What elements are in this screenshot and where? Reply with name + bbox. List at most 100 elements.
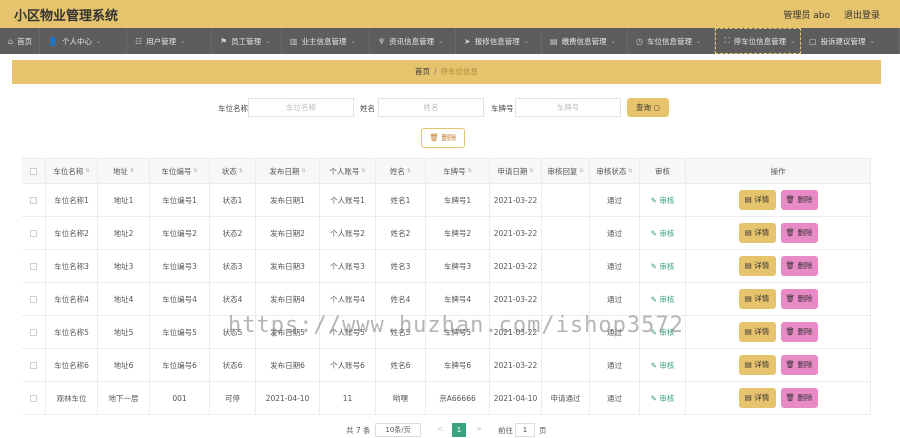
audit-cell: ✎ 审核 bbox=[640, 382, 686, 414]
detail-button[interactable]: ▤ 详情 bbox=[738, 190, 776, 210]
row-select-cell bbox=[22, 382, 46, 414]
row-checkbox[interactable] bbox=[30, 196, 37, 204]
nav-item-4[interactable]: ▥ 业主信息管理 ⌄ bbox=[282, 28, 370, 54]
nav-item-label: 个人中心 bbox=[61, 36, 92, 46]
detail-button[interactable]: ▤ 详情 bbox=[738, 388, 776, 408]
batch-delete-button[interactable]: 🗑 删除 bbox=[421, 128, 465, 148]
sort-icon[interactable]: ⇅ bbox=[301, 168, 305, 174]
nav-item-2[interactable]: ☷ 用户管理 ⌄ bbox=[127, 28, 212, 54]
row-select-cell bbox=[22, 184, 46, 216]
table-row: 观林车位 地下一层 001 可停 2021-04-10 11 哟嘿 京A66666 2021-0… bbox=[22, 382, 871, 415]
delete-label: 删除 bbox=[797, 294, 813, 303]
delete-label: 删除 bbox=[797, 393, 813, 402]
column-header[interactable]: 地址 ⇅ bbox=[98, 159, 150, 183]
detail-button[interactable]: ▤ 详情 bbox=[738, 223, 776, 243]
detail-button[interactable]: ▤ 详情 bbox=[738, 289, 776, 309]
row-checkbox[interactable] bbox=[30, 328, 37, 336]
delete-button[interactable]: 🗑 删除 bbox=[780, 322, 818, 342]
query-button[interactable]: 查询 ○ bbox=[627, 98, 669, 117]
column-header[interactable]: 审核回复 ⇅ bbox=[542, 159, 590, 183]
audit-label: 审核 bbox=[659, 195, 675, 205]
column-header-label: 操作 bbox=[770, 166, 786, 176]
audit-link[interactable]: ✎ 审核 bbox=[651, 228, 675, 239]
audit-link[interactable]: ✎ 审核 bbox=[651, 393, 675, 404]
nav-item-9[interactable]: ⛶ 停车位信息管理 ⌄ bbox=[715, 28, 801, 54]
document-icon: ▤ bbox=[744, 261, 755, 270]
nav-item-10[interactable]: ▢ 投诉建议管理 ⌄ bbox=[801, 28, 900, 54]
detail-button[interactable]: ▤ 详情 bbox=[738, 322, 776, 342]
delete-button[interactable]: 🗑 删除 bbox=[780, 289, 818, 309]
sort-icon[interactable]: ⇅ bbox=[130, 168, 134, 174]
plate-input[interactable]: 车牌号 bbox=[515, 98, 621, 117]
sort-icon[interactable]: ⇅ bbox=[361, 168, 365, 174]
select-all-checkbox[interactable] bbox=[30, 167, 37, 175]
delete-button[interactable]: 🗑 删除 bbox=[780, 256, 818, 276]
logout-link[interactable]: 退出登录 bbox=[844, 8, 880, 21]
page-1-button[interactable]: 1 bbox=[452, 423, 466, 437]
row-checkbox[interactable] bbox=[30, 262, 37, 270]
name-input[interactable]: 姓名 bbox=[378, 98, 484, 117]
breadcrumb-home[interactable]: 首页 bbox=[415, 67, 430, 76]
column-header[interactable]: 姓名 ⇅ bbox=[376, 159, 426, 183]
column-header[interactable]: 审核 bbox=[640, 159, 686, 183]
table-cell: 姓名6 bbox=[376, 349, 426, 381]
column-header[interactable]: 车牌号 ⇅ bbox=[426, 159, 490, 183]
detail-label: 详情 bbox=[754, 195, 770, 204]
column-header[interactable]: 申请日期 ⇅ bbox=[490, 159, 542, 183]
audit-link[interactable]: ✎ 审核 bbox=[651, 360, 675, 371]
audit-link[interactable]: ✎ 审核 bbox=[651, 195, 675, 206]
table-cell: 姓名4 bbox=[376, 283, 426, 315]
column-header[interactable]: 操作 bbox=[686, 159, 871, 183]
sort-icon[interactable]: ⇅ bbox=[407, 168, 411, 174]
table-cell bbox=[542, 349, 590, 381]
chevron-down-icon: ⌄ bbox=[869, 37, 875, 45]
sort-icon[interactable]: ⇅ bbox=[468, 168, 472, 174]
audit-link[interactable]: ✎ 审核 bbox=[651, 261, 675, 272]
delete-button[interactable]: 🗑 删除 bbox=[780, 355, 818, 375]
page-size-select[interactable]: 10条/页 bbox=[375, 423, 421, 437]
sort-icon[interactable]: ⇅ bbox=[628, 168, 632, 174]
delete-button[interactable]: 🗑 删除 bbox=[780, 190, 818, 210]
detail-button[interactable]: ▤ 详情 bbox=[738, 256, 776, 276]
goto-page-input[interactable]: 1 bbox=[515, 423, 535, 437]
nav-item-8[interactable]: ◷ 车位信息管理 ⌄ bbox=[628, 28, 715, 54]
nav-item-5[interactable]: ♆ 资讯信息管理 ⌄ bbox=[370, 28, 456, 54]
sort-icon[interactable]: ⇅ bbox=[579, 168, 583, 174]
delete-button[interactable]: 🗑 删除 bbox=[780, 388, 818, 408]
table-cell: 车位名称5 bbox=[46, 316, 98, 348]
sort-icon[interactable]: ⇅ bbox=[239, 168, 243, 174]
detail-label: 详情 bbox=[754, 327, 770, 336]
column-header[interactable]: 发布日期 ⇅ bbox=[256, 159, 320, 183]
next-page-button[interactable]: > bbox=[472, 423, 486, 437]
column-header[interactable]: 状态 ⇅ bbox=[210, 159, 256, 183]
sort-icon[interactable]: ⇅ bbox=[85, 168, 89, 174]
delete-button[interactable]: 🗑 删除 bbox=[780, 223, 818, 243]
column-header[interactable]: 车位名称 ⇅ bbox=[46, 159, 98, 183]
column-header[interactable]: 车位编号 ⇅ bbox=[150, 159, 210, 183]
column-header[interactable]: 个人账号 ⇅ bbox=[320, 159, 376, 183]
delete-label: 删除 bbox=[797, 228, 813, 237]
parking-name-label: 车位名称 bbox=[218, 104, 248, 113]
document-icon: ▤ bbox=[744, 228, 755, 237]
sort-icon[interactable]: ⇅ bbox=[529, 168, 533, 174]
column-header[interactable]: 审核状态 ⇅ bbox=[590, 159, 640, 183]
row-checkbox[interactable] bbox=[30, 229, 37, 237]
current-user[interactable]: 管理员 abo bbox=[783, 8, 830, 21]
table-cell: 车位名称6 bbox=[46, 349, 98, 381]
row-checkbox[interactable] bbox=[30, 361, 37, 369]
row-checkbox[interactable] bbox=[30, 295, 37, 303]
nav-item-6[interactable]: ➤ 报修信息管理 ⌄ bbox=[456, 28, 542, 54]
row-checkbox[interactable] bbox=[30, 394, 37, 402]
prev-page-button[interactable]: < bbox=[433, 423, 447, 437]
sort-icon[interactable]: ⇅ bbox=[193, 168, 197, 174]
nav-item-1[interactable]: 👤 个人中心 ⌄ bbox=[40, 28, 127, 54]
table-cell: 个人账号2 bbox=[320, 217, 376, 249]
nav-item-3[interactable]: ⚑ 员工管理 ⌄ bbox=[212, 28, 282, 54]
detail-button[interactable]: ▤ 详情 bbox=[738, 355, 776, 375]
audit-link[interactable]: ✎ 审核 bbox=[651, 294, 675, 305]
table-cell: 地址5 bbox=[98, 316, 150, 348]
nav-item-7[interactable]: ▤ 缴费信息管理 ⌄ bbox=[542, 28, 628, 54]
search-bar: 车位名称 车位名称 姓名 姓名 车牌号 车牌号 查询 ○ bbox=[0, 98, 900, 118]
nav-item-0[interactable]: ⌂ 首页 bbox=[0, 28, 40, 54]
parking-name-input[interactable]: 车位名称 bbox=[248, 98, 354, 117]
